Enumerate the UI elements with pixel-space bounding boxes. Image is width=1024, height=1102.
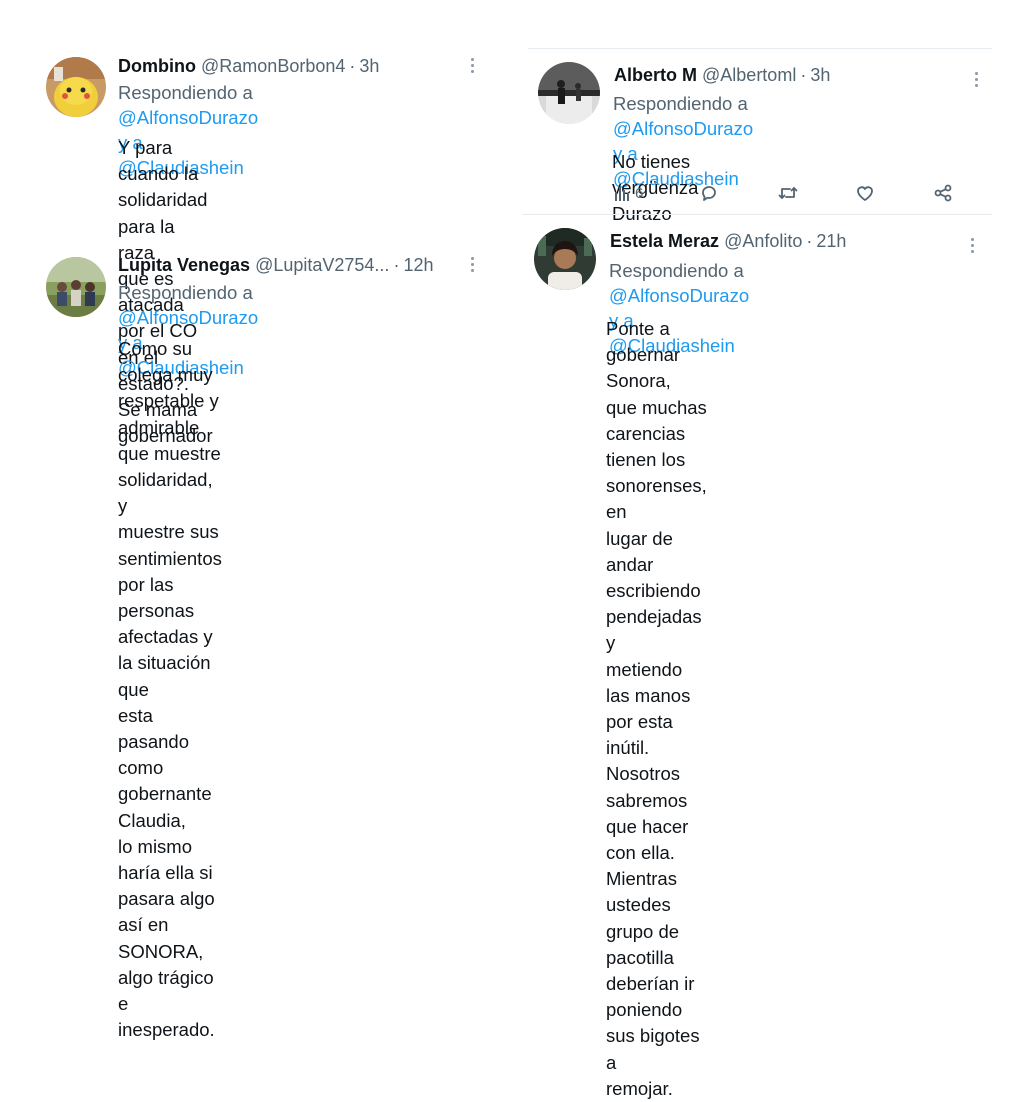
separator-dot: · (806, 231, 813, 251)
reply-icon (699, 183, 719, 203)
tweet-text: Ponte a gobernar Sonora, que muchas care… (606, 316, 707, 1102)
author-handle[interactable]: @RamonBorbon4 (201, 56, 345, 76)
heart-icon (855, 183, 875, 203)
timestamp[interactable]: 3h (810, 65, 830, 85)
tweet-text-line: carencias tienen los sonorenses, en (606, 422, 707, 523)
tweet-text-line: Nosotros sabremos que hacer con ella. (606, 763, 689, 864)
avatar[interactable] (538, 62, 600, 124)
reply-prefix: Respondiendo a (118, 282, 253, 303)
author-handle[interactable]: @LupitaV2754... (255, 255, 389, 275)
share-button[interactable] (933, 183, 963, 203)
divider (522, 214, 992, 215)
author-name[interactable]: Lupita Venegas (118, 255, 250, 275)
separator-dot: · (349, 56, 356, 76)
author-name[interactable]: Estela Meraz (610, 231, 719, 251)
tweet-text-line: Ponte a gobernar Sonora, que muchas (606, 318, 707, 418)
avatar[interactable] (534, 228, 596, 290)
tweet-text-line: Como su colega muy respetable y (118, 338, 219, 412)
reply-prefix: Respondiendo a (609, 260, 744, 281)
author-handle[interactable]: @Anfolito (724, 231, 802, 251)
tweet-text-line: personas afectadas y la situación que (118, 600, 213, 700)
tweet-text-line: muestre sus sentimientos por las (118, 521, 222, 595)
tweet-actions: 6 (613, 183, 963, 203)
like-button[interactable] (855, 183, 933, 203)
retweet-icon (777, 183, 799, 203)
more-vertical-icon[interactable] (971, 238, 975, 254)
timestamp[interactable]: 21h (816, 231, 846, 251)
tweet-text-line: Y para cuando la solidaridad para la raz… (118, 137, 208, 263)
tweet-text-line: Mientras ustedes grupo de pacotilla (606, 868, 680, 968)
views-count: 6 (635, 184, 644, 202)
tweet-text-line: esta pasando como gobernante Claudia, (118, 704, 212, 831)
timestamp[interactable]: 3h (359, 56, 379, 76)
retweet-button[interactable] (777, 183, 855, 203)
tweet-text-line: admirable que muestre solidaridad, y (118, 416, 221, 517)
reply-prefix: Respondiendo a (613, 93, 748, 114)
avatar[interactable] (46, 257, 106, 317)
tweet-text-line: SONORA, algo trágico e inesperado. (118, 940, 215, 1041)
more-vertical-icon[interactable] (471, 257, 475, 273)
author-handle[interactable]: @Albertoml (702, 65, 796, 85)
tweet-text: Como su colega muy respetable y admirabl… (118, 336, 222, 1043)
tweet-text-line: remojar. (606, 1077, 673, 1099)
views-button[interactable]: 6 (613, 184, 699, 202)
more-vertical-icon[interactable] (975, 72, 979, 88)
more-vertical-icon[interactable] (471, 58, 475, 74)
separator-dot: · (800, 65, 807, 85)
tweet-text-line: lugar de andar escribiendo pendejadas y (606, 527, 702, 654)
reply-button[interactable] (699, 183, 777, 203)
avatar[interactable] (46, 57, 106, 117)
tweet-text-line: metiendo las manos por esta inútil. (606, 658, 691, 759)
share-icon (933, 183, 953, 203)
tweet-text-line: deberían ir poniendo sus bigotes a (606, 973, 700, 1073)
tweet-text-line: lo mismo haría ella si pasara algo así e… (118, 835, 215, 936)
author-name[interactable]: Alberto M (614, 65, 697, 85)
timestamp[interactable]: 12h (403, 255, 433, 275)
analytics-icon (613, 184, 631, 202)
reply-prefix: Respondiendo a (118, 82, 253, 103)
separator-dot: · (393, 255, 400, 275)
divider (528, 48, 992, 49)
author-name[interactable]: Dombino (118, 56, 196, 76)
